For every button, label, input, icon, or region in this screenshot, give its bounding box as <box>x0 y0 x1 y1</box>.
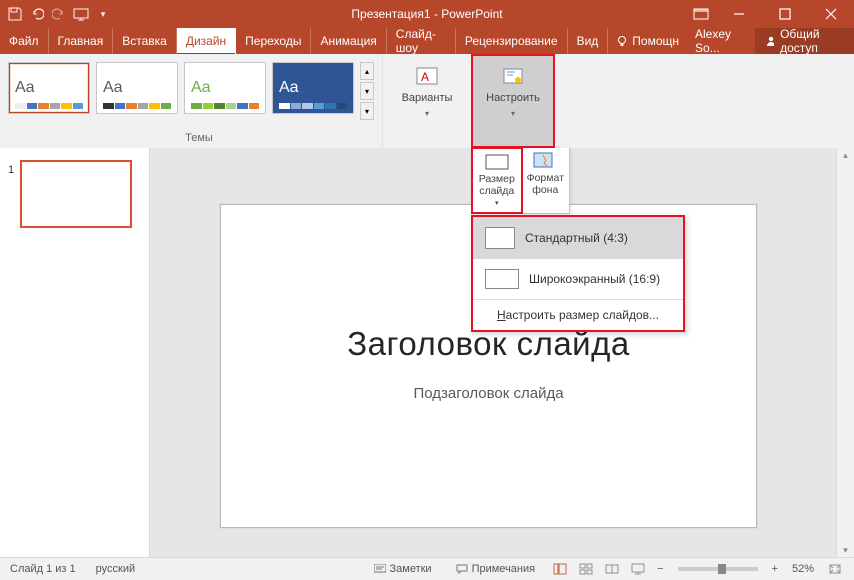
status-bar: Слайд 1 из 1 русский Заметки Примечания … <box>0 557 854 580</box>
notes-toggle[interactable]: Заметки <box>364 563 442 575</box>
size-wide-item[interactable]: Широкоэкранный (16:9) <box>473 259 683 299</box>
fit-to-window-icon[interactable] <box>824 560 846 578</box>
maximize-button[interactable] <box>762 0 808 28</box>
save-icon[interactable] <box>6 5 24 23</box>
tab-animations[interactable]: Анимация <box>311 28 386 54</box>
notes-icon <box>374 564 386 574</box>
ribbon-display-icon[interactable] <box>686 0 716 28</box>
tab-home[interactable]: Главная <box>49 28 114 54</box>
normal-view-icon[interactable] <box>549 560 571 578</box>
title-bar: ▾ Презентация1 - PowerPoint <box>0 0 854 28</box>
slide-position[interactable]: Слайд 1 из 1 <box>0 563 86 575</box>
theme-1[interactable]: Aa <box>8 62 90 114</box>
undo-icon[interactable] <box>28 5 46 23</box>
tab-insert[interactable]: Вставка <box>113 28 177 54</box>
theme-4[interactable]: Aa <box>272 62 354 114</box>
themes-gallery[interactable]: Aa Aa Aa Aa ▴ ▾ ▾ <box>0 54 382 120</box>
format-background-button[interactable]: Формат фона <box>522 148 570 213</box>
quick-access-toolbar: ▾ <box>0 5 112 23</box>
comments-icon <box>456 564 468 574</box>
tell-me[interactable]: Помощн <box>608 28 687 54</box>
slide-size-button[interactable]: Размер слайда ▾ <box>471 147 523 214</box>
tab-design[interactable]: Дизайн <box>177 28 236 54</box>
share-label: Общий доступ <box>780 27 844 55</box>
comments-toggle[interactable]: Примечания <box>446 563 546 575</box>
zoom-slider[interactable] <box>678 567 758 571</box>
tab-file[interactable]: Файл <box>0 28 49 54</box>
close-button[interactable] <box>808 0 854 28</box>
theme-2[interactable]: Aa <box>96 62 178 114</box>
workarea: 1 Заголовок слайда Подзаголовок слайда ▴… <box>0 148 854 558</box>
custom-size-item[interactable]: Настроить размер слайдов... <box>473 300 683 330</box>
tell-me-label: Помощн <box>632 34 679 48</box>
reading-view-icon[interactable] <box>601 560 623 578</box>
slide-thumbnails: 1 <box>0 148 150 558</box>
ribbon-tabs: Файл Главная Вставка Дизайн Переходы Ани… <box>0 28 854 54</box>
gallery-up-icon[interactable]: ▴ <box>360 62 374 80</box>
customize-icon <box>501 64 525 88</box>
ratio-16-9-icon <box>485 269 519 289</box>
gallery-more-icon[interactable]: ▾ <box>360 102 374 120</box>
slideshow-icon[interactable] <box>72 5 90 23</box>
customize-group: Настроить ▾ <box>471 54 555 148</box>
zoom-out-icon[interactable]: − <box>653 563 667 575</box>
customize-flyout: Размер слайда ▾ Формат фона <box>471 148 570 214</box>
ribbon: Aa Aa Aa Aa ▴ ▾ ▾ Темы A Варианты ▾ <box>0 54 854 149</box>
tab-transitions[interactable]: Переходы <box>236 28 311 54</box>
tab-review[interactable]: Рецензирование <box>456 28 568 54</box>
zoom-in-icon[interactable]: + <box>768 563 782 575</box>
thumbnail-number: 1 <box>8 164 14 176</box>
window-controls <box>686 0 854 28</box>
format-bg-icon <box>533 152 557 170</box>
ratio-4-3-icon <box>485 227 515 249</box>
redo-icon[interactable] <box>50 5 68 23</box>
window-title: Презентация1 - PowerPoint <box>351 7 502 21</box>
size-standard-item[interactable]: Стандартный (4:3) <box>473 217 683 259</box>
tab-view[interactable]: Вид <box>568 28 609 54</box>
account-user[interactable]: Alexey So... <box>687 28 755 54</box>
vertical-scrollbar[interactable]: ▴ ▾ <box>836 148 854 558</box>
svg-text:A: A <box>421 70 429 84</box>
customize-button[interactable]: Настроить ▾ <box>479 60 547 122</box>
themes-group-label: Темы <box>0 132 398 144</box>
slideshow-view-icon[interactable] <box>627 560 649 578</box>
lightbulb-icon <box>616 35 628 47</box>
zoom-value[interactable]: 52% <box>786 563 820 575</box>
slide-size-menu: Стандартный (4:3) Широкоэкранный (16:9) … <box>471 215 685 332</box>
minimize-button[interactable] <box>716 0 762 28</box>
gallery-down-icon[interactable]: ▾ <box>360 82 374 100</box>
person-icon <box>765 35 775 47</box>
theme-3[interactable]: Aa <box>184 62 266 114</box>
scroll-down-icon[interactable]: ▾ <box>843 545 848 556</box>
scroll-up-icon[interactable]: ▴ <box>843 150 848 161</box>
qat-customize-icon[interactable]: ▾ <box>94 5 112 23</box>
slide-subtitle[interactable]: Подзаголовок слайда <box>241 385 736 402</box>
thumbnail-1[interactable]: 1 <box>20 160 132 228</box>
language[interactable]: русский <box>86 563 145 575</box>
variants-icon: A <box>415 64 439 88</box>
variants-button[interactable]: A Варианты ▾ <box>393 60 461 122</box>
tab-slideshow[interactable]: Слайд-шоу <box>387 28 456 54</box>
slide-size-icon <box>485 153 509 171</box>
share-button[interactable]: Общий доступ <box>755 28 854 54</box>
sorter-view-icon[interactable] <box>575 560 597 578</box>
